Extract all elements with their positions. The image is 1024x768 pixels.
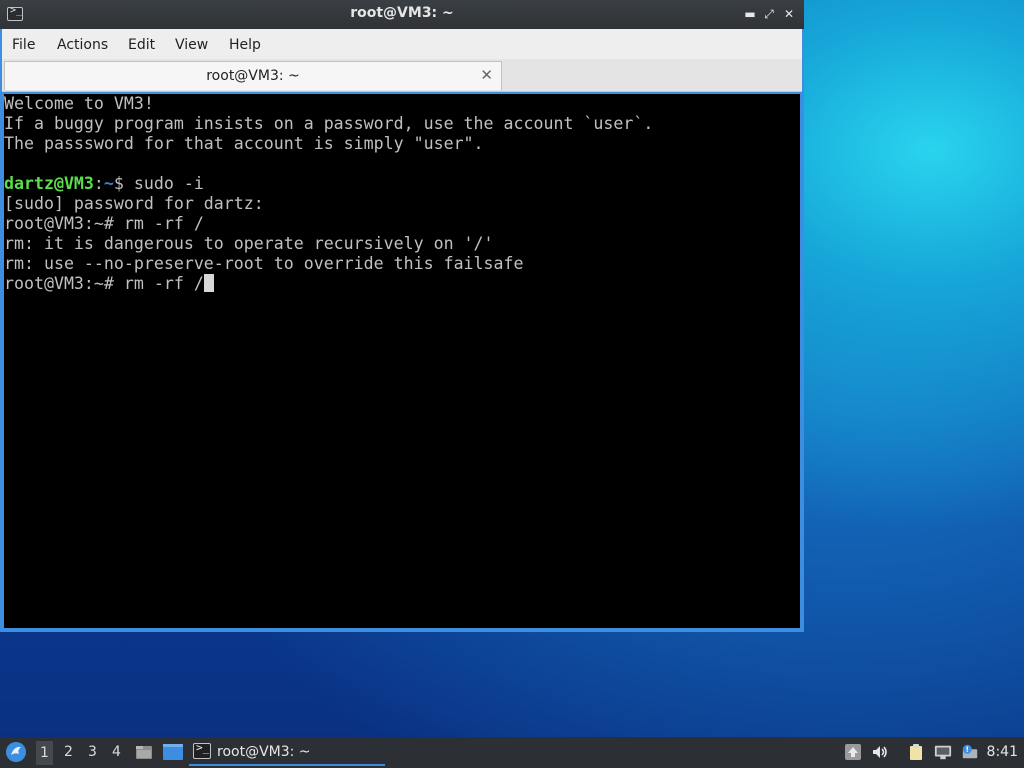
terminal-window: >_ root@VM3: ~ ▬ ⤢ ✕ File Actions Edit V… <box>0 0 804 632</box>
workspace-3[interactable]: 3 <box>88 744 97 760</box>
line-text: rm: it is dangerous to operate recursive… <box>4 234 494 253</box>
menu-file[interactable]: File <box>12 37 35 53</box>
menu-edit[interactable]: Edit <box>128 37 155 53</box>
line-text: Welcome to VM3! <box>4 94 154 113</box>
tab-bar: root@VM3: ~ ✕ <box>2 59 802 92</box>
line-text: root@VM3:~# rm -rf / <box>4 274 204 293</box>
taskbar-item-terminal[interactable]: >_ root@VM3: ~ <box>189 739 385 766</box>
lxqt-start-menu-icon[interactable] <box>5 741 27 763</box>
terminal-line: rm: use --no-preserve-root to override t… <box>4 254 800 274</box>
notification-icon[interactable] <box>961 743 979 761</box>
clipboard-icon[interactable] <box>907 743 925 761</box>
prompt-path: ~ <box>103 174 114 193</box>
terminal-icon: >_ <box>193 741 211 759</box>
taskbar: 1 2 3 4 >_ root@VM3: ~ 8:41 <box>0 737 1024 768</box>
window-titlebar[interactable]: >_ root@VM3: ~ ▬ ⤢ ✕ <box>0 0 804 29</box>
tab-close-icon[interactable]: ✕ <box>480 66 493 84</box>
terminal-line: root@VM3:~# rm -rf / <box>4 214 800 234</box>
maximize-button[interactable]: ⤢ <box>761 6 777 22</box>
network-icon[interactable] <box>934 743 952 761</box>
clock: 8:41 <box>986 744 1018 760</box>
terminal-line: rm: it is dangerous to operate recursive… <box>4 234 800 254</box>
line-text: If a buggy program insists on a password… <box>4 114 654 133</box>
prompt-symbol: $ <box>113 174 134 193</box>
terminal-line: Welcome to VM3! <box>4 94 800 114</box>
terminal-line: If a buggy program insists on a password… <box>4 114 800 134</box>
file-manager-icon[interactable] <box>134 742 154 762</box>
line-text: root@VM3:~# rm -rf / <box>4 214 204 233</box>
line-text: [sudo] password for dartz: <box>4 194 264 213</box>
updates-icon[interactable] <box>844 743 862 761</box>
menu-view[interactable]: View <box>175 37 208 53</box>
command-text: sudo -i <box>133 174 204 193</box>
terminal-line: [sudo] password for dartz: <box>4 194 800 214</box>
close-button[interactable]: ✕ <box>781 6 797 22</box>
volume-icon[interactable] <box>871 743 889 761</box>
text-cursor <box>203 274 214 292</box>
desktop: >_ root@VM3: ~ ▬ ⤢ ✕ File Actions Edit V… <box>0 0 1024 768</box>
prompt-user: dartz@VM3 <box>4 174 94 193</box>
tab-label: root@VM3: ~ <box>206 68 300 84</box>
show-desktop-icon[interactable] <box>162 742 184 762</box>
workspace-2[interactable]: 2 <box>64 744 73 760</box>
terminal-output[interactable]: Welcome to VM3! If a buggy program insist… <box>4 94 800 628</box>
workspace-1[interactable]: 1 <box>36 741 53 765</box>
terminal-line: dartz@VM3:~$ sudo -i <box>4 174 800 194</box>
line-text: rm: use --no-preserve-root to override t… <box>4 254 524 273</box>
minimize-button[interactable]: ▬ <box>742 6 758 22</box>
menu-help[interactable]: Help <box>229 37 261 53</box>
taskbar-item-label: root@VM3: ~ <box>217 744 311 760</box>
tab-root-vm3[interactable]: root@VM3: ~ ✕ <box>4 61 502 90</box>
terminal-line: root@VM3:~# rm -rf / <box>4 274 800 294</box>
workspace-4[interactable]: 4 <box>112 744 121 760</box>
line-text: The passsword for that account is simply… <box>4 134 484 153</box>
menubar: File Actions Edit View Help <box>2 29 802 59</box>
menu-actions[interactable]: Actions <box>57 37 108 53</box>
prompt-separator: : <box>93 174 104 193</box>
window-title: root@VM3: ~ <box>350 5 454 21</box>
terminal-line: The passsword for that account is simply… <box>4 134 800 154</box>
